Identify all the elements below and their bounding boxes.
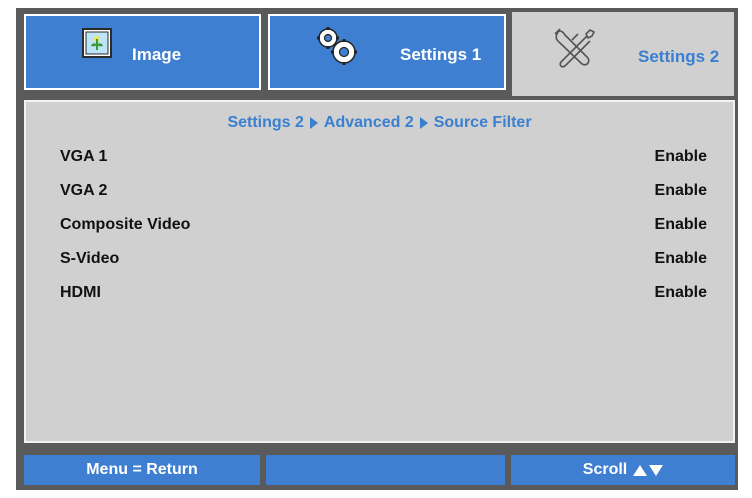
tab-settings-2[interactable]: Settings 2 xyxy=(512,12,734,96)
row-value[interactable]: Enable xyxy=(655,250,707,268)
bottom-blank-slot xyxy=(266,455,505,485)
row-value[interactable]: Enable xyxy=(655,148,707,166)
row-value[interactable]: Enable xyxy=(655,182,707,200)
row-label: Composite Video xyxy=(60,216,191,233)
menu-row-vga2[interactable]: VGA 2 Enable xyxy=(60,182,707,204)
menu-row-composite-video[interactable]: Composite Video Enable xyxy=(60,216,707,238)
row-label: VGA 1 xyxy=(60,148,108,165)
menu-return-button[interactable]: Menu = Return xyxy=(24,455,260,485)
row-value[interactable]: Enable xyxy=(655,284,707,302)
row-label: S-Video xyxy=(60,250,120,267)
tools-icon xyxy=(552,26,598,73)
image-icon xyxy=(82,28,112,63)
arrow-up-icon xyxy=(633,464,648,476)
scroll-button[interactable]: Scroll xyxy=(511,455,735,485)
tab-settings-1-label: Settings 1 xyxy=(400,45,482,64)
tab-settings-1[interactable]: Settings 1 xyxy=(268,14,506,90)
tab-image[interactable]: Image xyxy=(24,14,261,90)
menu-return-label: Menu = Return xyxy=(86,461,198,478)
tab-image-label: Image xyxy=(132,45,182,64)
breadcrumb-item: Settings 2 xyxy=(227,114,304,131)
arrow-down-icon xyxy=(649,464,664,476)
breadcrumb: Settings 2 Advanced 2 Source Filter xyxy=(26,114,733,132)
chevron-right-icon xyxy=(419,117,428,129)
row-label: HDMI xyxy=(60,284,101,301)
chevron-right-icon xyxy=(309,117,318,129)
menu-row-hdmi[interactable]: HDMI Enable xyxy=(60,284,707,306)
menu-row-vga1[interactable]: VGA 1 Enable xyxy=(60,148,707,170)
row-value[interactable]: Enable xyxy=(655,216,707,234)
row-label: VGA 2 xyxy=(60,182,108,199)
gears-icon xyxy=(316,26,360,71)
menu-row-s-video[interactable]: S-Video Enable xyxy=(60,250,707,272)
scroll-label: Scroll xyxy=(582,461,628,478)
content-panel: Settings 2 Advanced 2 Source Filter VGA … xyxy=(24,100,735,443)
breadcrumb-item: Source Filter xyxy=(433,114,532,131)
breadcrumb-item: Advanced 2 xyxy=(323,114,414,131)
tab-settings-2-label: Settings 2 xyxy=(638,47,720,66)
